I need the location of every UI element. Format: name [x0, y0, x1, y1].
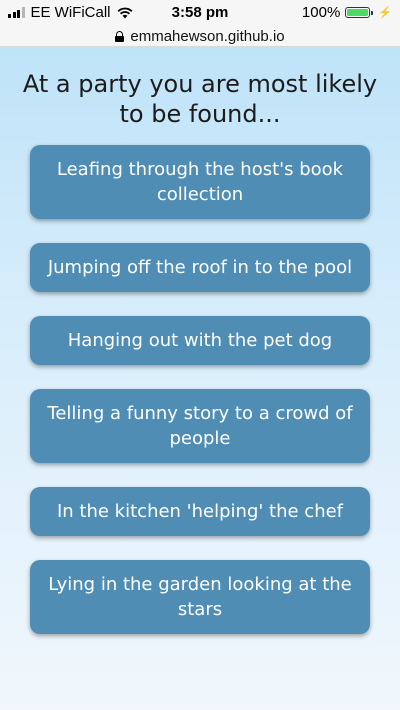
status-bar: EE WiFiCall 3:58 pm 100% ⚡	[0, 0, 400, 26]
battery-icon	[345, 7, 374, 18]
answer-button-stars[interactable]: Lying in the garden looking at the stars	[30, 560, 370, 634]
battery-fill	[347, 9, 369, 16]
answer-button-books[interactable]: Leafing through the host's book collecti…	[30, 145, 370, 219]
answer-list: Leafing through the host's book collecti…	[0, 145, 400, 634]
answer-button-funny-story[interactable]: Telling a funny story to a crowd of peop…	[30, 389, 370, 463]
url-text: emmahewson.github.io	[130, 27, 285, 45]
question-title: At a party you are most likely to be fou…	[22, 70, 378, 128]
answer-button-kitchen[interactable]: In the kitchen 'helping' the chef	[30, 487, 370, 536]
answer-button-pool[interactable]: Jumping off the roof in to the pool	[30, 243, 370, 292]
answer-button-pet-dog[interactable]: Hanging out with the pet dog	[30, 316, 370, 365]
quiz-content: At a party you are most likely to be fou…	[0, 47, 400, 710]
status-right: 100% ⚡	[302, 4, 392, 21]
charging-bolt-icon: ⚡	[378, 7, 392, 19]
address-bar[interactable]: emmahewson.github.io	[0, 26, 400, 47]
battery-percent: 100%	[301, 4, 341, 21]
lock-icon	[115, 30, 125, 42]
